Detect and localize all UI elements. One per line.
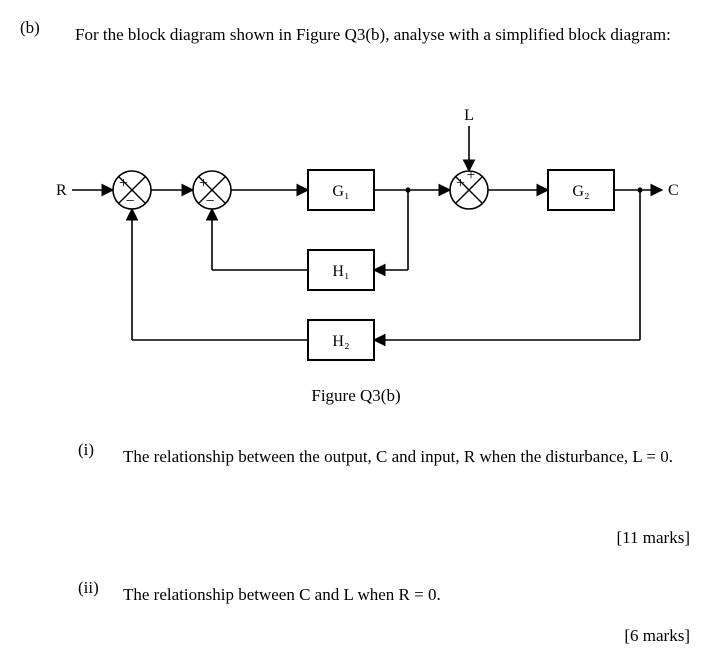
question-prompt: For the block diagram shown in Figure Q3…: [75, 18, 690, 52]
summing-junction-1: + −: [113, 171, 151, 210]
s1-sign-minus: −: [125, 193, 134, 210]
s2-sign-minus: −: [205, 193, 214, 210]
part-label: (b): [20, 18, 40, 38]
output-C-label: C: [668, 182, 679, 199]
page: (b) For the block diagram shown in Figur…: [0, 0, 712, 656]
block-G2: G₂: [548, 170, 614, 210]
block-H2: H₂: [308, 320, 374, 360]
subpart-ii-marks: [6 marks]: [624, 626, 690, 646]
block-G1: G₁: [308, 170, 374, 210]
input-L-label: L: [464, 107, 474, 124]
s1-sign-plus: +: [119, 175, 128, 192]
block-G2-label: G₂: [572, 183, 589, 200]
block-H1: H₁: [308, 250, 374, 290]
block-diagram-svg: R + − + −: [50, 100, 680, 382]
summing-junction-2: + −: [193, 171, 231, 210]
subpart-ii-text: The relationship between C and L when R …: [123, 585, 441, 604]
subpart-ii-roman: (ii): [78, 578, 99, 598]
subpart-i-text: The relationship between the output, C a…: [123, 447, 673, 466]
s3-sign-plus-left: +: [456, 175, 465, 192]
block-G1-label: G₁: [332, 183, 349, 200]
block-diagram: R + − + −: [50, 100, 680, 382]
s3-sign-plus-top: +: [466, 167, 475, 184]
subpart-i-roman: (i): [78, 440, 94, 460]
block-H2-label: H₂: [332, 333, 349, 350]
input-R-label: R: [56, 182, 67, 199]
block-H1-label: H₁: [332, 263, 349, 280]
figure-caption: Figure Q3(b): [0, 386, 712, 406]
subpart-i-marks: [11 marks]: [617, 528, 691, 548]
summing-junction-3: + +: [450, 167, 488, 209]
s2-sign-plus: +: [199, 175, 208, 192]
